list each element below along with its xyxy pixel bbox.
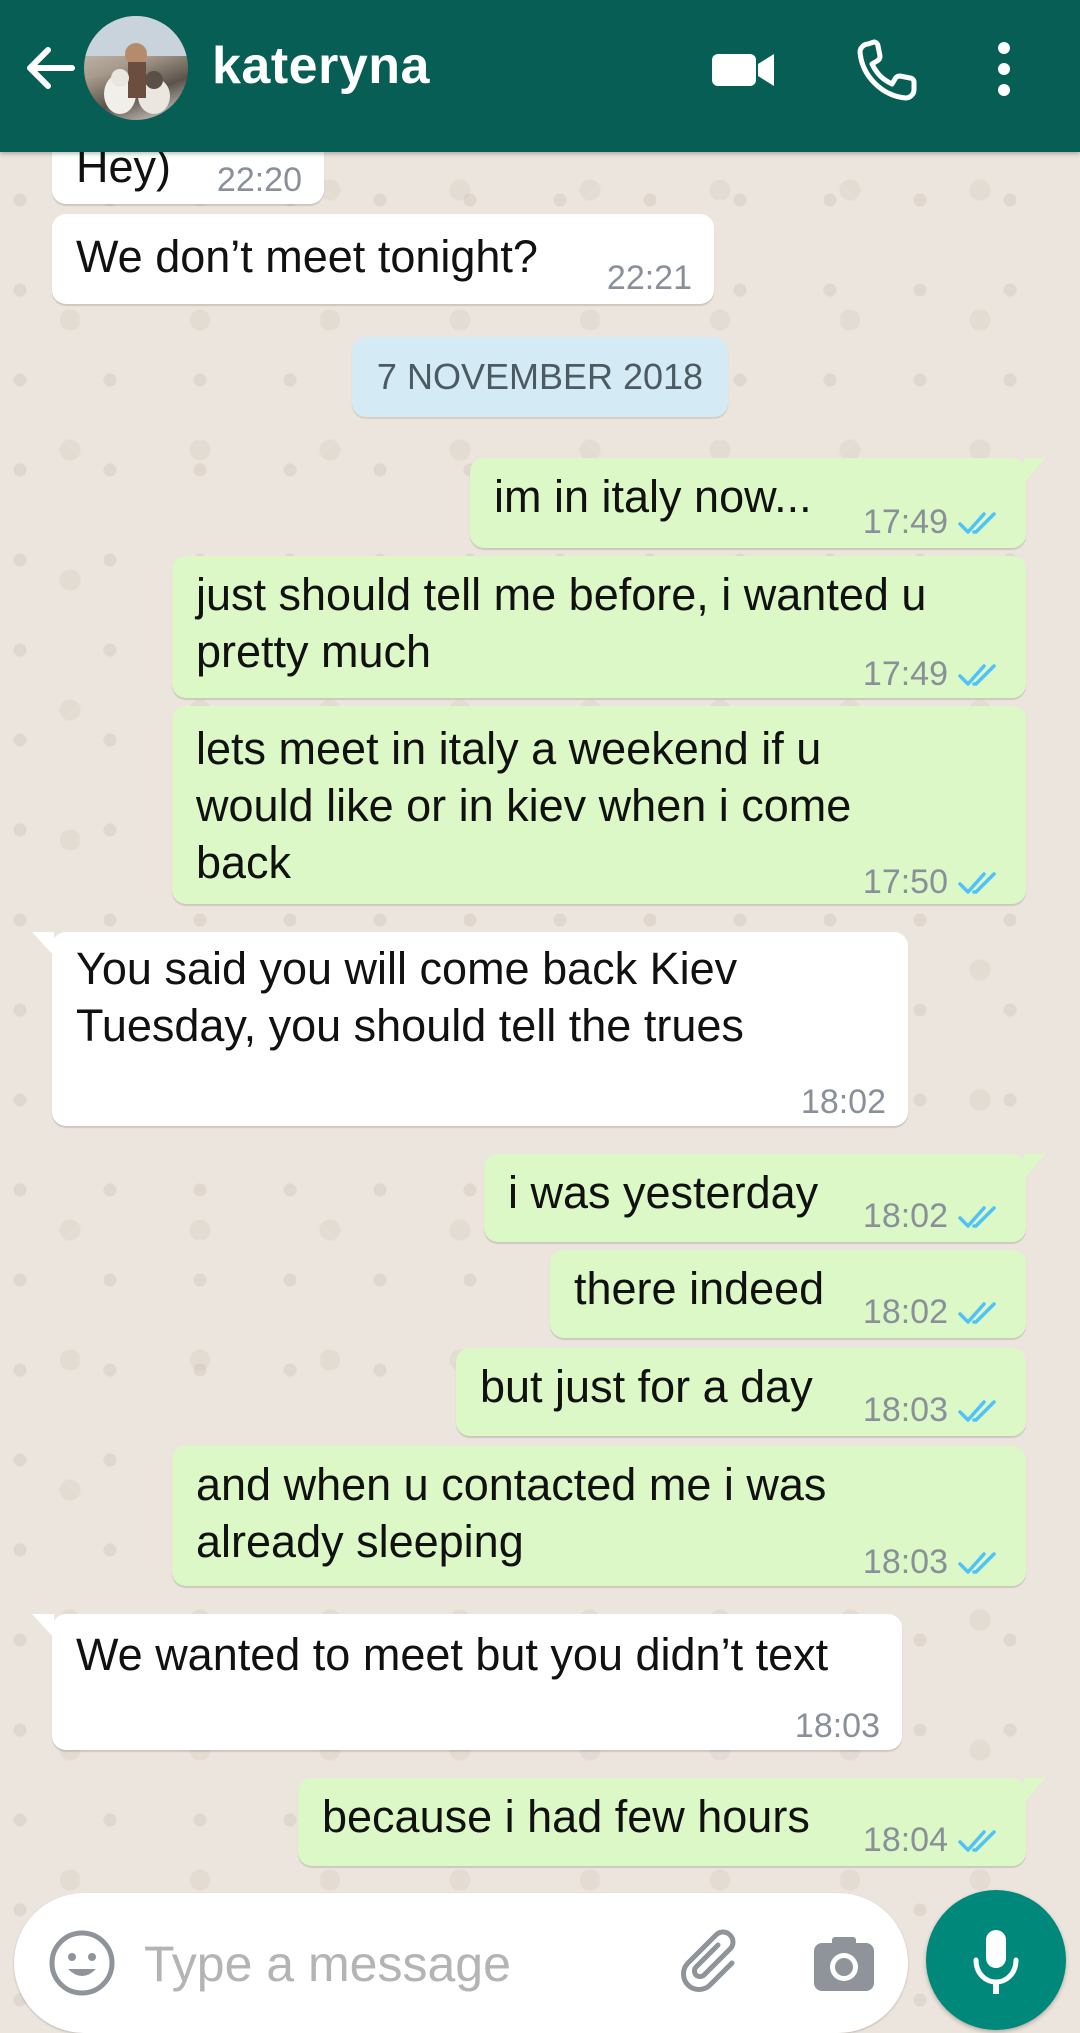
- read-receipt-icon: [958, 1301, 996, 1324]
- chat-header: kateryna: [0, 0, 1080, 152]
- read-receipt-icon: [958, 663, 996, 686]
- message-input[interactable]: [142, 1923, 646, 2005]
- emoji-icon[interactable]: [44, 1925, 120, 2001]
- message-time: 18:02: [863, 1284, 1004, 1341]
- message-incoming[interactable]: You said you will come back Kiev Tuesday,…: [32, 932, 908, 1126]
- read-receipt-icon: [958, 1829, 996, 1852]
- voice-message-button[interactable]: [926, 1890, 1066, 2030]
- attach-icon[interactable]: [676, 1927, 752, 2003]
- message-text: and when u contacted me i was already sle…: [196, 1459, 827, 1567]
- contact-name[interactable]: kateryna: [212, 36, 430, 96]
- message-time: 18:03: [863, 1382, 1004, 1439]
- read-receipt-icon: [958, 1205, 996, 1228]
- message-time: 22:21: [606, 259, 692, 297]
- message-time: 22:20: [216, 161, 302, 199]
- read-receipt-icon: [958, 871, 996, 894]
- message-outgoing[interactable]: i was yesterday 18:02: [484, 1154, 1046, 1245]
- message-time: 17:49: [863, 646, 1004, 703]
- read-receipt-icon: [958, 1551, 996, 1574]
- message-outgoing[interactable]: there indeed 18:02: [550, 1250, 1026, 1338]
- message-text: im in italy now...: [494, 471, 812, 522]
- message-outgoing[interactable]: im in italy now... 17:49: [470, 458, 1046, 551]
- message-outgoing[interactable]: but just for a day 18:03: [456, 1348, 1026, 1436]
- message-time: 17:49: [863, 494, 1004, 551]
- back-arrow-icon[interactable]: [18, 36, 82, 100]
- message-text: You said you will come back Kiev Tuesday,…: [76, 943, 744, 1051]
- more-options-icon[interactable]: [982, 34, 1026, 104]
- message-time: 18:03: [863, 1534, 1004, 1591]
- message-outgoing[interactable]: and when u contacted me i was already sle…: [172, 1446, 1026, 1586]
- message-incoming[interactable]: We don’t meet tonight? 22:21: [52, 214, 714, 304]
- phone-icon[interactable]: [850, 34, 926, 104]
- message-text: because i had few hours: [322, 1791, 810, 1842]
- message-composer: [14, 1893, 908, 2033]
- message-time: 18:02: [863, 1188, 1004, 1245]
- message-incoming[interactable]: We wanted to meet but you didn’t text 18…: [32, 1614, 902, 1750]
- message-text: We don’t meet tonight?: [76, 231, 538, 282]
- message-outgoing[interactable]: lets meet in italy a weekend if u would l…: [172, 706, 1026, 904]
- message-text: but just for a day: [480, 1361, 813, 1412]
- message-outgoing[interactable]: because i had few hours 18:04: [298, 1778, 1046, 1869]
- avatar[interactable]: [84, 16, 188, 120]
- message-time: 17:50: [863, 854, 1004, 911]
- read-receipt-icon: [958, 1399, 996, 1422]
- message-text: lets meet in italy a weekend if u would l…: [196, 723, 852, 888]
- message-text: just should tell me before, i wanted u pr…: [196, 569, 927, 677]
- message-time: 18:02: [800, 1083, 886, 1121]
- mic-icon: [973, 1930, 1019, 1994]
- read-receipt-icon: [958, 511, 996, 534]
- message-text: there indeed: [574, 1263, 825, 1314]
- message-outgoing[interactable]: just should tell me before, i wanted u pr…: [172, 556, 1026, 698]
- message-time: 18:04: [863, 1812, 1004, 1869]
- video-call-icon[interactable]: [706, 34, 782, 104]
- message-text: i was yesterday: [508, 1167, 819, 1218]
- message-time: 18:03: [794, 1707, 880, 1745]
- camera-icon[interactable]: [806, 1927, 882, 2003]
- date-separator: 7 NOVEMBER 2018: [352, 337, 728, 417]
- message-text: We wanted to meet but you didn’t text: [76, 1629, 829, 1680]
